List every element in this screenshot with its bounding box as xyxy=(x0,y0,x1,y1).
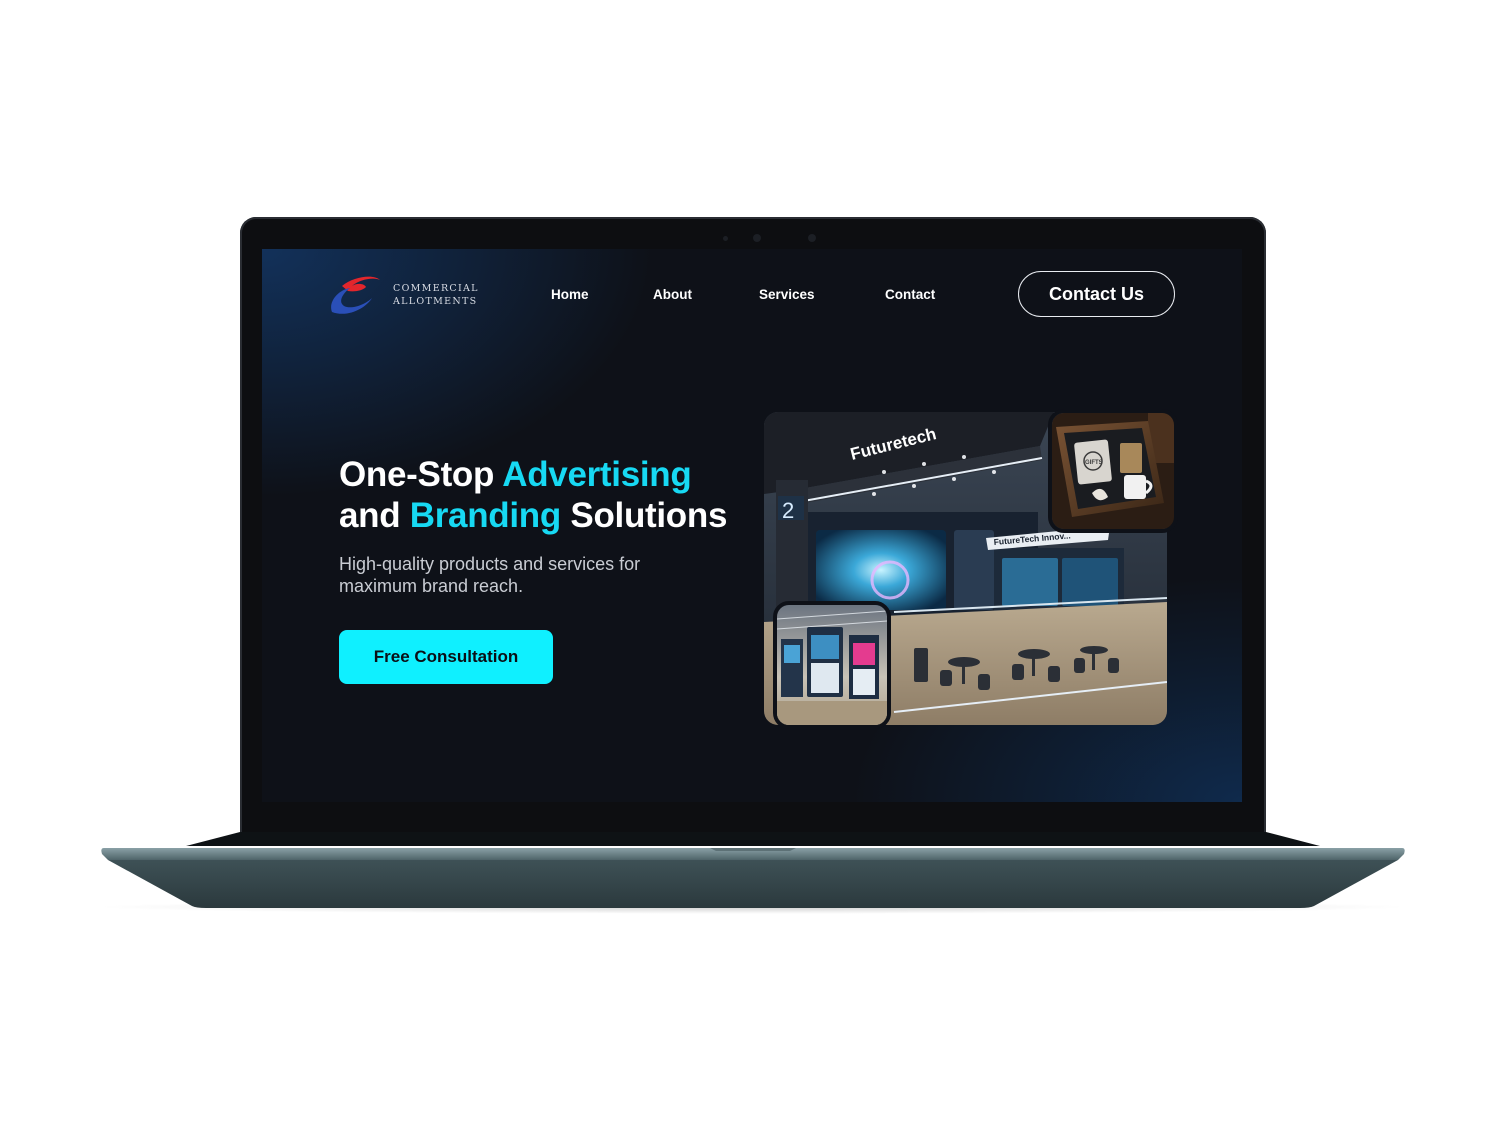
logo-swoosh-icon xyxy=(331,276,380,314)
nav-about[interactable]: About xyxy=(653,287,692,302)
nav-home[interactable]: Home xyxy=(551,287,589,302)
gift-label-text: GIFTS xyxy=(1085,460,1103,466)
contact-us-button[interactable]: Contact Us xyxy=(1018,271,1175,317)
brand-name-line1: COMMERCIAL xyxy=(393,283,479,294)
nav-services[interactable]: Services xyxy=(759,287,815,302)
booth-photo-small xyxy=(773,601,891,729)
hero-collage: Futuretech 2 FutureTech Innov... GIFTS xyxy=(764,409,1178,729)
hero-subtitle: High-quality products and services for m… xyxy=(339,554,641,596)
gift-box-photo: GIFTS xyxy=(1048,409,1178,533)
hero-title-accent-advertising: Advertising xyxy=(502,455,692,494)
hero-title-part1: One-Stop xyxy=(339,455,503,494)
webcam-icon xyxy=(753,234,761,242)
hero-title-part2: and xyxy=(339,496,410,535)
brand-name: COMMERCIAL ALLOTMENTS xyxy=(393,282,479,308)
laptop-base xyxy=(101,832,1405,908)
sensor-icon xyxy=(723,236,728,241)
hero-title-accent-branding: Branding xyxy=(409,496,562,535)
nav-contact[interactable]: Contact xyxy=(885,287,935,302)
hero-title-part3: Solutions xyxy=(560,496,728,535)
light-sensor-icon xyxy=(808,234,816,242)
website-screen: COMMERCIAL ALLOTMENTS Home About Service… xyxy=(262,249,1242,802)
free-consultation-button[interactable]: Free Consultation xyxy=(339,630,553,684)
brand-logo[interactable]: COMMERCIAL ALLOTMENTS xyxy=(330,274,480,316)
booth-number-text: 2 xyxy=(782,498,794,523)
hero-title: One-Stop Advertising and Branding Soluti… xyxy=(339,454,727,536)
brand-name-line2: ALLOTMENTS xyxy=(393,296,478,307)
